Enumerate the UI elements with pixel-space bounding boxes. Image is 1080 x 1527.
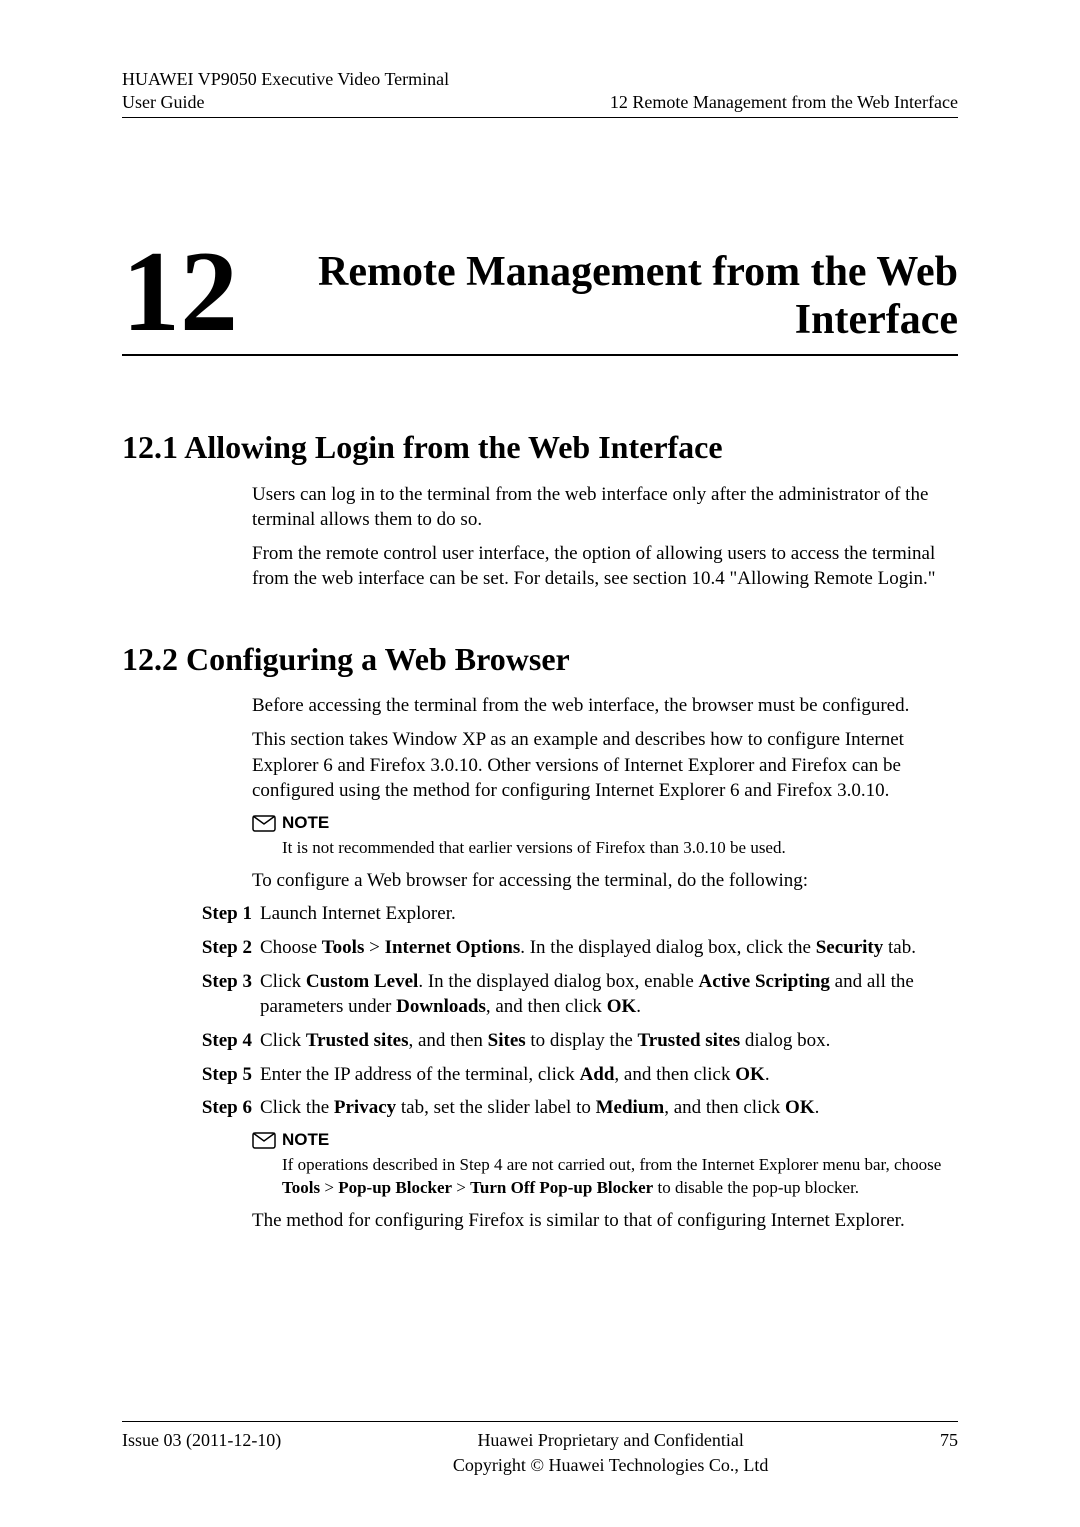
step-label: Step 5 (182, 1062, 260, 1088)
page-footer: Issue 03 (2011-12-10) Huawei Proprietary… (122, 1421, 958, 1477)
step-text: Click the Privacy tab, set the slider la… (260, 1095, 958, 1121)
step-row: Step 3 Click Custom Level. In the displa… (182, 969, 958, 1020)
step-text: Enter the IP address of the terminal, cl… (260, 1062, 958, 1088)
step-row: Step 2 Choose Tools > Internet Options. … (182, 935, 958, 961)
confidential-label: Huawei Proprietary and Confidential (281, 1428, 940, 1452)
step-text: Launch Internet Explorer. (260, 901, 958, 927)
guide-label: User Guide (122, 91, 449, 114)
step-label: Step 4 (182, 1028, 260, 1054)
note-block: NOTE It is not recommended that earlier … (252, 812, 958, 860)
step-text: Click Custom Level. In the displayed dia… (260, 969, 958, 1020)
paragraph: The method for configuring Firefox is si… (252, 1208, 958, 1234)
note-label: NOTE (282, 812, 329, 835)
step-label: Step 1 (182, 901, 260, 927)
note-icon (252, 1130, 276, 1150)
chapter-title-block: 12 Remote Management from the Web Interf… (122, 208, 958, 357)
copyright-label: Copyright © Huawei Technologies Co., Ltd (281, 1453, 940, 1477)
chapter-heading: Remote Management from the Web Interface (262, 248, 958, 345)
issue-date: Issue 03 (2011-12-10) (122, 1428, 281, 1452)
chapter-ref: 12 Remote Management from the Web Interf… (610, 91, 958, 114)
step-row: Step 5 Enter the IP address of the termi… (182, 1062, 958, 1088)
product-name: HUAWEI VP9050 Executive Video Terminal (122, 68, 449, 91)
section-heading-12-1: 12.1 Allowing Login from the Web Interfa… (122, 426, 958, 469)
paragraph: Users can log in to the terminal from th… (252, 482, 958, 533)
section-heading-12-2: 12.2 Configuring a Web Browser (122, 638, 958, 681)
step-label: Step 3 (182, 969, 260, 1020)
page-header: HUAWEI VP9050 Executive Video Terminal U… (122, 68, 958, 118)
note-block: NOTE If operations described in Step 4 a… (252, 1129, 958, 1200)
note-label: NOTE (282, 1129, 329, 1152)
step-row: Step 6 Click the Privacy tab, set the sl… (182, 1095, 958, 1121)
note-icon (252, 813, 276, 833)
step-label: Step 6 (182, 1095, 260, 1121)
note-heading: NOTE (252, 812, 958, 835)
note-text: If operations described in Step 4 are no… (282, 1154, 958, 1200)
paragraph: To configure a Web browser for accessing… (252, 868, 958, 894)
step-text: Click Trusted sites, and then Sites to d… (260, 1028, 958, 1054)
chapter-number: 12 (122, 240, 238, 344)
paragraph: Before accessing the terminal from the w… (252, 693, 958, 719)
paragraph: This section takes Window XP as an examp… (252, 727, 958, 804)
note-text: It is not recommended that earlier versi… (282, 837, 958, 860)
footer-center: Huawei Proprietary and Confidential Copy… (281, 1428, 940, 1477)
step-text: Choose Tools > Internet Options. In the … (260, 935, 958, 961)
note-heading: NOTE (252, 1129, 958, 1152)
step-row: Step 4 Click Trusted sites, and then Sit… (182, 1028, 958, 1054)
step-list: Step 1 Launch Internet Explorer. Step 2 … (182, 901, 958, 1120)
page-number: 75 (940, 1428, 958, 1452)
header-right: 12 Remote Management from the Web Interf… (610, 91, 958, 114)
step-label: Step 2 (182, 935, 260, 961)
step-row: Step 1 Launch Internet Explorer. (182, 901, 958, 927)
paragraph: From the remote control user interface, … (252, 541, 958, 592)
header-left: HUAWEI VP9050 Executive Video Terminal U… (122, 68, 449, 115)
